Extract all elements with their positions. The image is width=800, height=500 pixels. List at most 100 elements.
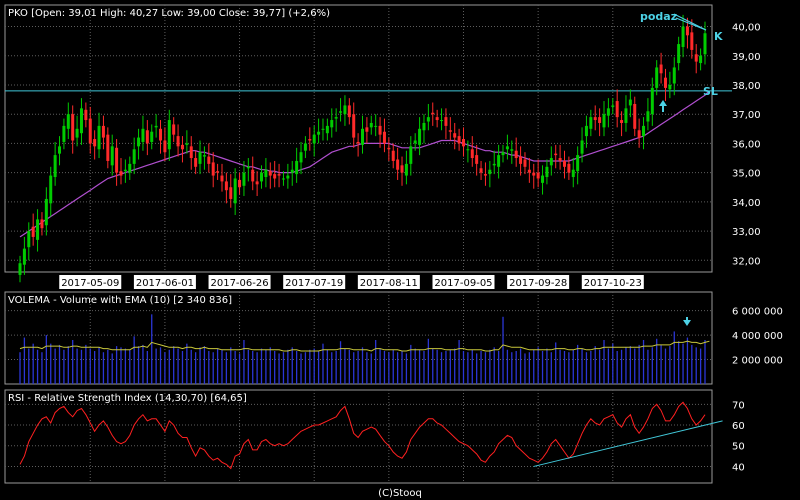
rsi-tick-label: 50 <box>732 442 745 453</box>
candle-body <box>211 162 215 176</box>
candle-body <box>88 118 92 144</box>
candle-body <box>317 131 321 135</box>
candle-body <box>352 114 356 138</box>
candle-body <box>343 105 347 115</box>
candle-body <box>159 128 163 141</box>
candle-body <box>185 143 189 145</box>
price-tick-label: 35,00 <box>732 169 761 180</box>
candle-body <box>189 146 193 159</box>
candle-body <box>488 169 492 175</box>
rsi-tick-label: 70 <box>732 400 745 411</box>
candle-body <box>268 171 272 176</box>
candle-body <box>251 169 255 182</box>
candle-body <box>36 219 40 240</box>
price-tick-label: 33,00 <box>732 227 761 238</box>
candle-body <box>255 181 259 185</box>
candle-body <box>246 166 250 169</box>
candle-body <box>325 125 329 134</box>
candle-body <box>194 158 198 167</box>
candle-body <box>589 117 593 129</box>
candle-body <box>202 155 206 157</box>
supply-arrow-line-2 <box>675 17 707 31</box>
price-panel-title: PKO [Open: 39,01 High: 40,27 Low: 39,00 … <box>8 8 330 19</box>
candle-body <box>663 77 667 88</box>
candle-body <box>571 169 575 178</box>
candle-body <box>567 163 571 173</box>
candle-body <box>624 108 628 123</box>
candle-body <box>150 131 154 142</box>
candle-body <box>312 134 316 144</box>
candle-body <box>40 219 44 229</box>
candle-body <box>655 67 659 88</box>
moving-average-line <box>19 90 710 238</box>
y-tick-labels: 32,00 33,00 34,00 35,00 36,00 37,00 38,00 39,00… <box>732 23 783 474</box>
candle-body <box>58 146 62 154</box>
candle-body <box>220 175 224 182</box>
date-label: 2017-06-01 <box>136 278 194 289</box>
candle-body <box>650 87 654 115</box>
candles <box>18 14 707 283</box>
volume-bars <box>19 314 706 384</box>
candle-body <box>62 125 66 142</box>
candle-body <box>699 55 703 64</box>
candle-body <box>444 117 448 126</box>
candle-body <box>685 26 689 36</box>
candle-body <box>426 117 430 122</box>
candle-body <box>115 147 119 173</box>
footer-credit: (C)Stooq <box>378 488 422 499</box>
candle-body <box>198 152 202 164</box>
price-tick-label: 36,00 <box>732 139 761 150</box>
candle-body <box>295 160 299 175</box>
candle-body <box>536 172 540 179</box>
candle-body <box>637 130 641 138</box>
candle-body <box>448 130 452 132</box>
rsi-panel-title: RSI - Relative Strength Index (14,30,70)… <box>8 393 247 404</box>
candle-body <box>321 128 325 130</box>
candle-body <box>128 163 132 173</box>
x-tick-labels: 2017-05-09 2017-06-01 2017-06-26 2017-07-19… <box>59 275 644 289</box>
candle-body <box>347 105 351 118</box>
candle-body <box>49 175 53 204</box>
rsi-tick-label: 60 <box>732 421 745 432</box>
candle-body <box>101 125 105 138</box>
candle-body <box>374 125 378 127</box>
candle-body <box>549 158 553 166</box>
candle-body <box>286 175 290 179</box>
candle-body <box>110 146 114 166</box>
candle-body <box>167 120 171 150</box>
candle-body <box>479 168 483 173</box>
candle-body <box>75 128 79 138</box>
candle-body <box>145 130 149 144</box>
candle-body <box>422 122 426 131</box>
candle-body <box>207 156 211 164</box>
candle-body <box>602 114 606 128</box>
price-tick-label: 37,00 <box>732 110 761 121</box>
candle-body <box>396 159 400 170</box>
date-label: 2017-06-26 <box>210 278 268 289</box>
candle-body <box>475 155 479 164</box>
rsi-trendline <box>533 420 723 467</box>
candle-body <box>606 108 610 116</box>
candle-body <box>681 26 685 47</box>
candle-body <box>378 125 382 135</box>
candle-body <box>224 181 228 191</box>
candle-body <box>457 136 461 144</box>
candle-body <box>576 155 580 172</box>
candle-body <box>84 109 88 121</box>
date-label: 2017-05-09 <box>61 278 119 289</box>
candle-body <box>620 120 624 123</box>
candle-body <box>694 54 698 62</box>
sl-annotation: SL <box>703 85 718 98</box>
candle-body <box>233 178 237 204</box>
candle-body <box>119 171 123 176</box>
candle-body <box>615 101 619 118</box>
volume-ema-line <box>19 340 710 352</box>
date-label: 2017-09-05 <box>434 278 492 289</box>
candle-body <box>216 171 220 173</box>
candle-body <box>31 226 35 237</box>
candle-body <box>154 125 158 128</box>
candle-body <box>523 159 527 167</box>
candle-body <box>690 32 694 50</box>
candle-body <box>308 139 312 141</box>
candle-body <box>79 108 83 134</box>
